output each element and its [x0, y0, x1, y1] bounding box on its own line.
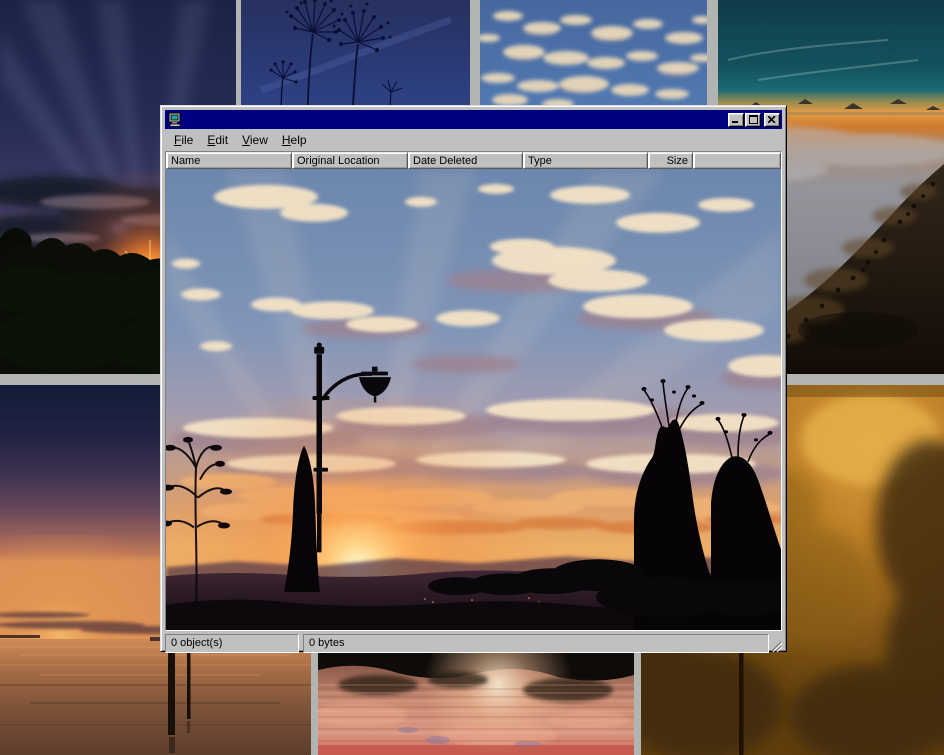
- window-titlebar[interactable]: [165, 110, 782, 129]
- menu-file[interactable]: File: [167, 130, 200, 150]
- column-header-size[interactable]: Size: [648, 152, 693, 169]
- caption-buttons: [728, 113, 780, 127]
- status-object-count: 0 object(s): [165, 634, 299, 653]
- resize-grip-icon: [769, 634, 782, 653]
- resize-grip[interactable]: [769, 634, 782, 653]
- file-list-area[interactable]: [166, 169, 781, 630]
- column-header-filler[interactable]: [693, 152, 781, 169]
- screen: { "window": { "title": "", "menu_items":…: [0, 0, 944, 755]
- menu-help[interactable]: Help: [275, 130, 314, 150]
- minimize-button[interactable]: [728, 113, 744, 127]
- column-header-type[interactable]: Type: [523, 152, 648, 169]
- sunset-lamp-photo: [166, 169, 781, 630]
- menu-bar: File Edit View Help: [165, 129, 782, 151]
- recycle-bin-window: File Edit View Help Name Original Locati…: [160, 105, 787, 652]
- status-size: 0 bytes: [303, 634, 769, 653]
- close-button[interactable]: [764, 113, 780, 127]
- status-bar: 0 object(s) 0 bytes: [165, 634, 782, 653]
- column-header-date-deleted[interactable]: Date Deleted: [408, 152, 523, 169]
- close-icon: [768, 116, 776, 123]
- menu-view[interactable]: View: [235, 130, 275, 150]
- column-header-original-location[interactable]: Original Location: [292, 152, 408, 169]
- column-headers: Name Original Location Date Deleted Type…: [166, 152, 781, 169]
- file-list-view: Name Original Location Date Deleted Type…: [165, 151, 782, 631]
- computer-icon: [167, 112, 183, 128]
- maximize-icon: [749, 115, 758, 124]
- maximize-button[interactable]: [745, 113, 761, 127]
- minimize-icon: [732, 116, 740, 123]
- column-header-name[interactable]: Name: [166, 152, 292, 169]
- menu-edit[interactable]: Edit: [200, 130, 235, 150]
